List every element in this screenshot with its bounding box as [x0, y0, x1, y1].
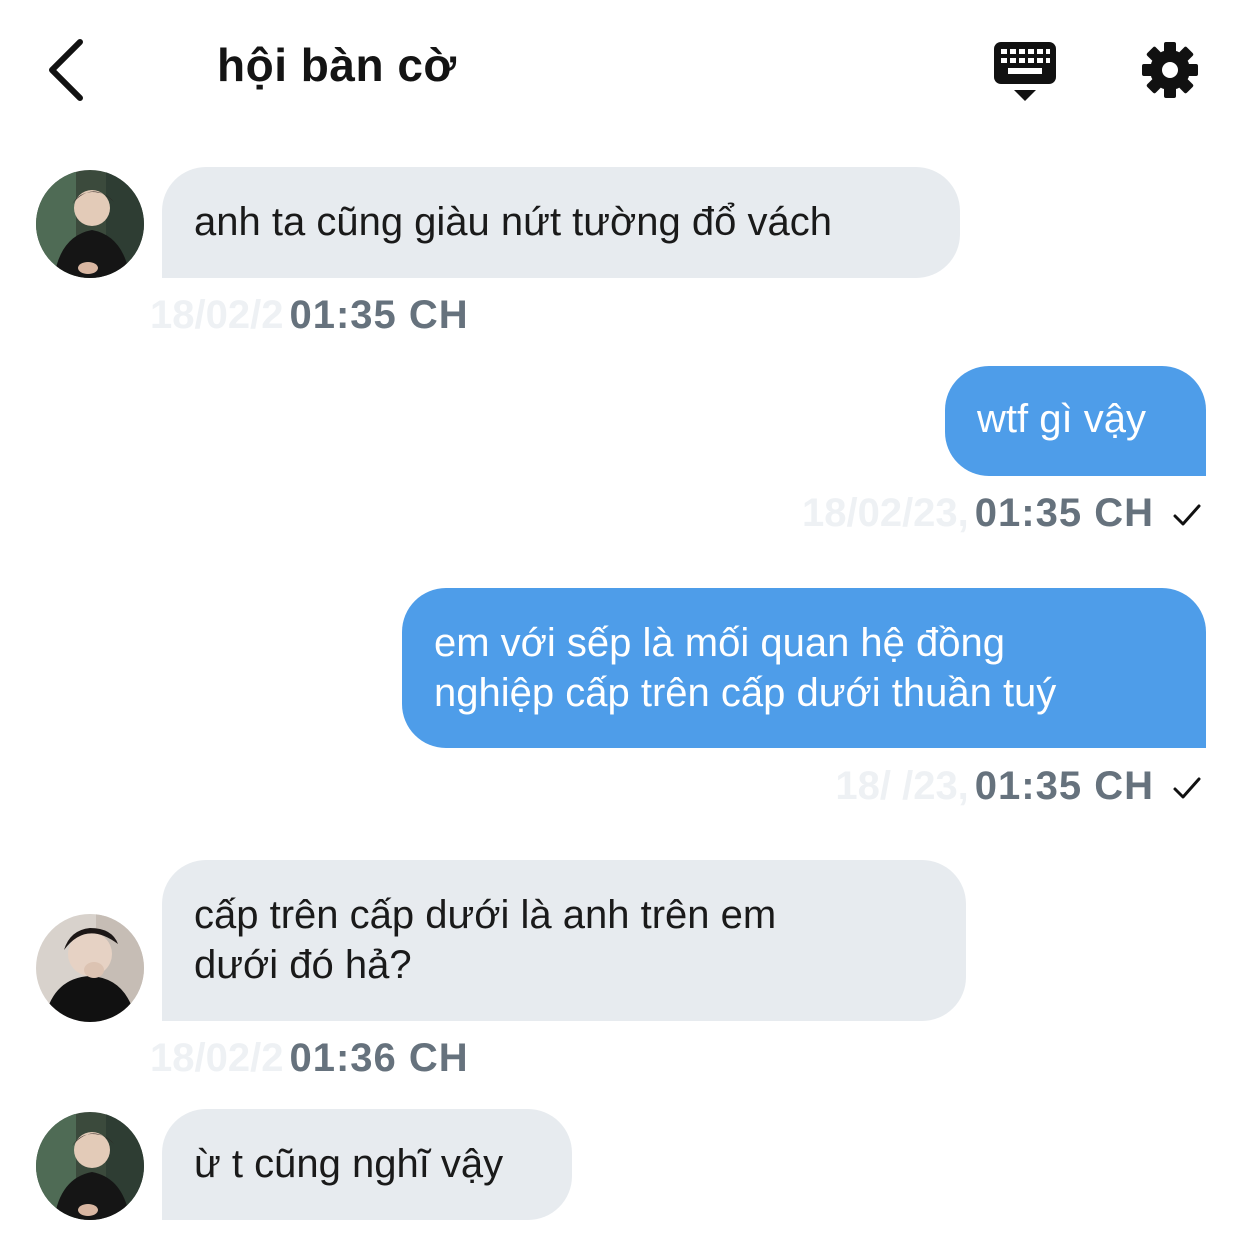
- message-bubble-outgoing[interactable]: wtf gì vậy: [945, 366, 1206, 476]
- settings-button[interactable]: [1140, 40, 1200, 100]
- message-timestamp: 18/02/2 01:35 CH: [150, 291, 469, 339]
- message-bubble-incoming[interactable]: cấp trên cấp dưới là anh trên em dưới đó…: [162, 860, 966, 1021]
- checkmark-icon: [1172, 491, 1202, 539]
- message-timestamp: 18/02/23, 01:35 CH: [802, 489, 1202, 537]
- message-date: 18/ /23,: [835, 764, 969, 808]
- message-time: 01:35 CH: [974, 764, 1154, 808]
- message-text: ừ t cũng nghĩ vậy: [194, 1142, 504, 1186]
- message-time: 01:35 CH: [974, 491, 1154, 535]
- message-text-line: cấp trên cấp dưới là anh trên em: [194, 893, 777, 937]
- avatar[interactable]: [36, 1112, 144, 1220]
- chat-title: hội bàn cờ: [217, 39, 457, 91]
- gear-icon: [1142, 42, 1198, 98]
- message-time: 01:35 CH: [289, 293, 469, 337]
- message-date: 18/02/2: [150, 293, 284, 337]
- chevron-left-icon: [49, 39, 83, 101]
- keyboard-icon: [994, 42, 1056, 101]
- message-bubble-incoming[interactable]: ừ t cũng nghĩ vậy: [162, 1109, 572, 1220]
- message-bubble-outgoing[interactable]: em với sếp là mối quan hệ đồng nghiệp cấ…: [402, 588, 1206, 748]
- keyboard-toggle-button[interactable]: [992, 40, 1058, 104]
- message-date: 18/02/2: [150, 1036, 284, 1080]
- message-time: 01:36 CH: [289, 1036, 469, 1080]
- chat-header: hội bàn cờ: [0, 0, 1242, 140]
- message-text: anh ta cũng giàu nứt tường đổ vách: [194, 200, 832, 244]
- message-text: wtf gì vậy: [977, 397, 1146, 441]
- message-timestamp: 18/ /23, 01:35 CH: [835, 762, 1202, 810]
- message-text-line: dưới đó hả?: [194, 943, 412, 987]
- message-text-line: em với sếp là mối quan hệ đồng: [434, 621, 1006, 665]
- message-timestamp: 18/02/2 01:36 CH: [150, 1034, 469, 1082]
- back-button[interactable]: [40, 34, 96, 106]
- avatar[interactable]: [36, 914, 144, 1022]
- message-date: 18/02/23,: [801, 491, 969, 535]
- avatar[interactable]: [36, 170, 144, 278]
- checkmark-icon: [1172, 764, 1202, 812]
- message-text-line: nghiệp cấp trên cấp dưới thuần tuý: [434, 671, 1057, 715]
- message-bubble-incoming[interactable]: anh ta cũng giàu nứt tường đổ vách: [162, 167, 960, 278]
